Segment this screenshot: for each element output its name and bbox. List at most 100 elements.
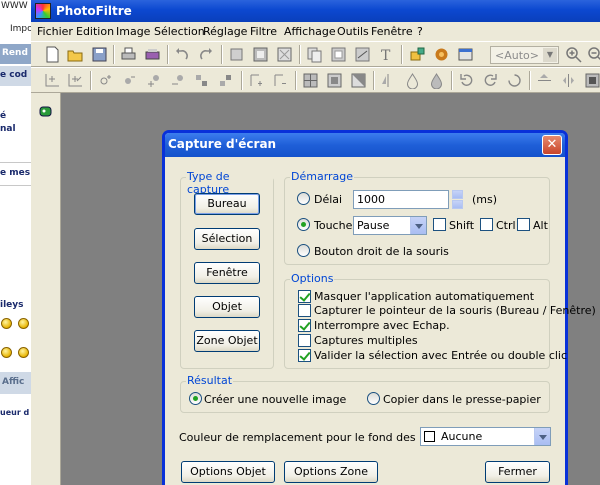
gamma-minus-icon[interactable] [272,72,289,89]
flip-vertical-icon[interactable] [536,72,553,89]
multiple-captures-checkbox[interactable] [298,334,311,347]
fenetre-button[interactable]: Fenêtre [194,262,260,284]
crop-icon[interactable] [228,46,245,63]
zoom-select[interactable]: <Auto> ▼ [490,46,559,64]
shift-checkbox[interactable] [433,218,446,231]
auto-levels-icon[interactable] [44,72,61,89]
objet-button[interactable]: Objet [194,296,260,318]
brightness-minus-icon[interactable] [121,72,138,89]
zoom-in-icon[interactable] [565,46,582,63]
gallery-icon[interactable] [457,46,474,63]
saturation-plus-icon[interactable] [193,72,210,89]
save-icon[interactable] [91,46,108,63]
smiley-icon[interactable] [18,347,29,358]
bg-text-e: é [0,111,7,121]
smiley-icon[interactable] [1,318,12,329]
toolbar-separator [295,71,297,90]
start-group: Démarrage Délai 1000 (ms) Touche Pause S… [284,170,550,265]
plugins-icon[interactable] [433,46,450,63]
menu-fichier[interactable]: Fichier [37,25,73,38]
zone-object-options-button[interactable]: Options Zone Objet [284,461,378,483]
effects-icon[interactable] [584,72,600,89]
clipboard-radio[interactable] [367,392,380,405]
contrast-minus-icon[interactable] [169,72,186,89]
sharpen-icon[interactable] [428,72,445,90]
key-radio[interactable] [297,218,310,231]
delay-spinner[interactable] [452,190,463,209]
selection-button[interactable]: Sélection [194,228,260,250]
new-image-radio[interactable] [189,392,202,405]
validate-selection-checkbox[interactable] [298,349,311,362]
menu-fenetre[interactable]: Fenêtre [371,25,413,38]
alt-label: Alt [533,219,548,232]
object-options-button[interactable]: Options Objet [181,461,275,483]
open-folder-icon[interactable] [67,46,84,63]
chevron-down-icon[interactable] [534,428,550,445]
menu-affichage[interactable]: Affichage [284,25,336,38]
key-select[interactable]: Pause [353,216,427,235]
menu-image[interactable]: Image [116,25,150,38]
capture-pointer-checkbox[interactable] [298,304,311,317]
delay-radio[interactable] [297,192,310,205]
text-tool-icon[interactable]: T [378,46,395,64]
blur-icon[interactable] [404,72,421,90]
rotate-right-icon[interactable] [482,72,499,89]
image-size-icon[interactable] [252,46,269,63]
gamma-plus-icon[interactable] [248,72,265,89]
menu-reglage[interactable]: Réglage [203,25,247,38]
smiley-icon[interactable] [18,318,29,329]
transform-icon[interactable] [354,46,371,63]
close-button[interactable]: ✕ [542,135,562,155]
palette-icon[interactable] [37,103,54,120]
chevron-down-icon[interactable]: ▼ [543,48,557,62]
bureau-button[interactable]: Bureau [194,193,260,215]
paste-icon[interactable] [330,46,347,63]
result-group: Résultat Créer une nouvelle image Copier… [180,374,550,413]
sepia-icon[interactable] [326,72,343,89]
invert-icon[interactable] [350,72,367,89]
mouse-radio[interactable] [297,244,310,257]
auto-contrast-icon[interactable] [67,72,84,89]
zone-objet-button[interactable]: Zone Objet [194,330,260,352]
mirror-icon[interactable] [560,72,577,89]
new-file-icon[interactable] [44,46,61,63]
delay-unit: (ms) [472,193,498,206]
delay-input[interactable]: 1000 [353,190,449,209]
menu-help[interactable]: ? [417,25,423,38]
contrast-plus-icon[interactable] [145,72,162,89]
menu-filtre[interactable]: Filtre [250,25,277,38]
menu-edition[interactable]: Edition [76,25,114,38]
smiley-icon[interactable] [1,347,12,358]
alt-checkbox[interactable] [517,218,530,231]
scan-icon[interactable] [144,46,161,63]
dialog-title-bar[interactable]: Capture d'écran ✕ [165,133,565,157]
saturation-minus-icon[interactable] [217,72,234,89]
listview-color-select[interactable]: Aucune [420,427,551,446]
rotate-icon[interactable] [506,72,523,89]
explorer-icon[interactable] [409,46,426,63]
rotate-left-icon[interactable] [458,72,475,89]
redo-icon[interactable] [197,46,214,63]
bg-text-smileys: ileys [0,300,24,310]
menu-outils[interactable]: Outils [337,25,369,38]
brightness-plus-icon[interactable] [97,72,114,89]
options-group: Options Masquer l'application automatiqu… [284,272,596,369]
dialog-title: Capture d'écran [168,137,277,151]
chevron-down-icon[interactable] [410,217,426,234]
window-title: PhotoFiltre [56,4,132,18]
escape-interrupt-label: Interrompre avec Echap. [314,319,450,332]
grayscale-icon[interactable] [302,72,319,89]
zoom-out-icon[interactable] [587,46,600,63]
escape-interrupt-checkbox[interactable] [298,319,311,332]
zoom-select-value: <Auto> [495,49,539,62]
ctrl-checkbox[interactable] [480,218,493,231]
print-icon[interactable] [120,46,137,63]
menu-selection[interactable]: Sélection [154,25,205,38]
hide-app-checkbox[interactable] [298,290,311,303]
title-bar[interactable]: PhotoFiltre [31,0,600,22]
close-dialog-button[interactable]: Fermer [485,461,550,483]
canvas-size-icon[interactable] [276,46,293,63]
copy-icon[interactable] [306,46,323,63]
undo-icon[interactable] [174,46,191,63]
flip-horizontal-icon[interactable] [380,72,397,89]
